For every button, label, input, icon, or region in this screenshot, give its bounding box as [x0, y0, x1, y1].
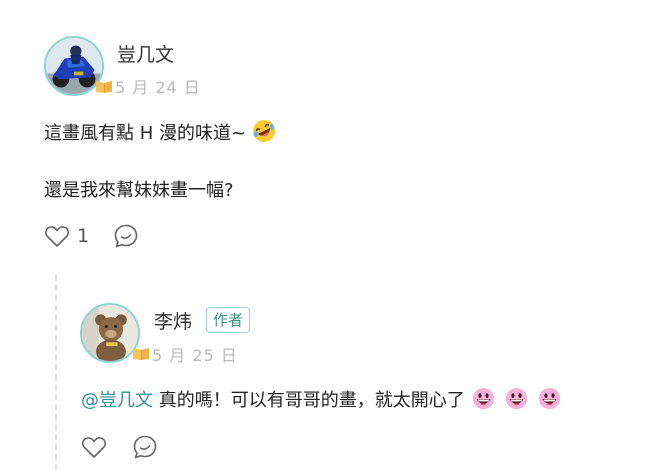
grin-emoji	[506, 387, 528, 410]
motorcycle-photo	[46, 38, 102, 94]
heart-icon[interactable]	[81, 435, 107, 459]
comment-text-1: 這畫風有點 H 漫的味道~	[44, 123, 247, 144]
reply-thread-line	[55, 275, 57, 470]
grin-emoji	[538, 387, 560, 410]
grin-emoji	[473, 387, 495, 410]
comment-date: 5 月 24 日	[115, 78, 201, 97]
heart-icon[interactable]	[44, 224, 70, 248]
comment-icon[interactable]	[113, 223, 139, 249]
like-count: 1	[77, 225, 90, 247]
comment-text-line-1: 這畫風有點 H 漫的味道~	[44, 119, 276, 145]
reply-author-avatar[interactable]	[80, 303, 140, 363]
commenter-name[interactable]: 豈几文	[117, 40, 174, 67]
rofl-emoji	[252, 120, 275, 142]
comment-text-line-2: 還是我來幫妹妹畫一幅?	[44, 180, 234, 201]
mention-link[interactable]: @豈几文	[81, 390, 153, 411]
comment-icon[interactable]	[132, 434, 158, 460]
reply-text: @豈几文 真的嗎！可以有哥哥的畫，就太開心了	[81, 386, 561, 412]
reply-date: 5 月 25 日	[152, 346, 238, 365]
reply-author-name[interactable]: 李炜	[154, 307, 192, 334]
book-icon	[133, 348, 149, 360]
bear-photo	[82, 305, 138, 361]
book-icon	[96, 81, 112, 93]
author-badge: 作者	[206, 307, 251, 333]
reply-text-body: 真的嗎！可以有哥哥的畫，就太開心了	[153, 390, 465, 411]
